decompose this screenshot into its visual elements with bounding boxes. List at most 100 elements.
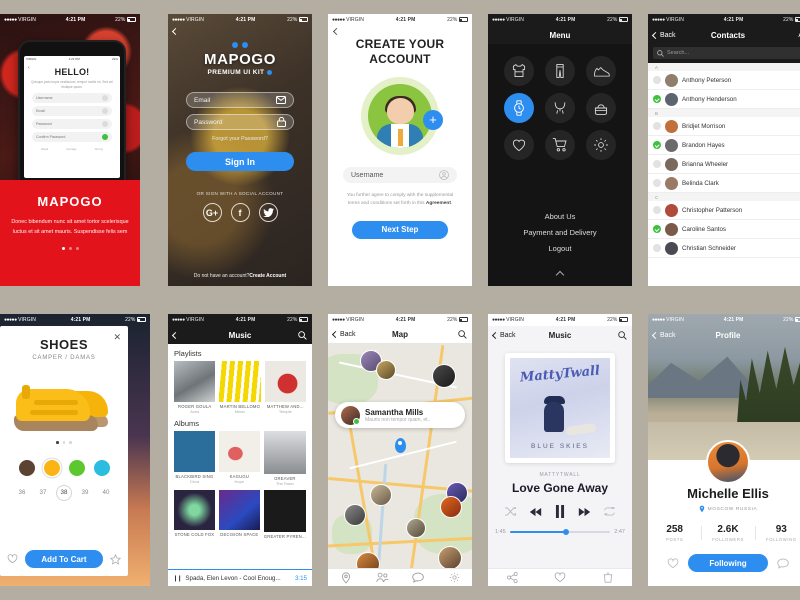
color-swatch-green[interactable] (68, 459, 85, 476)
table-row[interactable]: Belinda Clark (648, 174, 800, 193)
back-button-music[interactable] (171, 331, 180, 339)
select-toggle[interactable] (653, 141, 661, 149)
menu-item-pants[interactable] (545, 56, 575, 86)
chat-icon[interactable] (777, 558, 789, 569)
list-item[interactable]: KAGUGU Hope (218, 431, 260, 485)
back-button-profile[interactable]: Back (651, 331, 676, 339)
table-row[interactable]: Anthony Henderson (648, 90, 800, 109)
tab-chat[interactable] (400, 572, 436, 583)
pager-dot[interactable] (56, 441, 59, 444)
list-item[interactable]: ROGER GOULA Aves (174, 361, 216, 414)
back-button-map[interactable]: Back (331, 330, 356, 339)
next-step-button[interactable]: Next Step (352, 220, 448, 239)
map-avatar[interactable] (440, 496, 462, 518)
heart-icon[interactable] (667, 557, 679, 569)
pause-icon[interactable] (555, 505, 565, 518)
forgot-password-link[interactable]: Forgot your Password? (168, 136, 312, 142)
tab-favorite[interactable] (536, 572, 584, 583)
shuffle-icon[interactable] (505, 507, 516, 516)
map-avatar[interactable] (344, 504, 366, 526)
back-button-contacts[interactable]: Back (651, 31, 676, 39)
map-avatar[interactable] (438, 546, 462, 568)
table-row[interactable]: Brianna Wheeler (648, 155, 800, 174)
select-toggle[interactable] (653, 225, 661, 233)
map-avatar[interactable] (432, 364, 456, 388)
select-toggle[interactable] (653, 76, 661, 84)
size-option-39[interactable]: 39 (77, 485, 93, 501)
repeat-icon[interactable] (604, 507, 615, 516)
star-icon[interactable] (110, 553, 121, 565)
menu-item-favorites[interactable] (504, 130, 534, 160)
back-button-player[interactable]: Back (491, 331, 516, 339)
search-input[interactable]: Search... (653, 47, 800, 59)
table-row[interactable]: Christian Schneider (648, 239, 800, 258)
previous-icon[interactable] (529, 507, 542, 517)
select-toggle[interactable] (653, 244, 661, 252)
close-icon[interactable]: ✕ (113, 333, 121, 342)
menu-item-cart[interactable] (545, 130, 575, 160)
list-item[interactable]: GREATER PYREN... (263, 489, 306, 539)
menu-item-watch[interactable] (504, 93, 534, 123)
tab-settings[interactable] (436, 572, 472, 583)
color-swatch-amber[interactable] (43, 459, 60, 476)
menu-item-necklace[interactable] (545, 93, 575, 123)
sign-in-button[interactable]: Sign In (186, 152, 294, 171)
size-option-40[interactable]: 40 (98, 485, 114, 501)
tab-share[interactable] (488, 572, 536, 583)
username-field[interactable]: Username (343, 167, 457, 183)
map-user-card[interactable]: Samantha Mills Mauris non tempor quam, e… (335, 402, 465, 428)
list-item[interactable]: STONE COLD FOX (174, 489, 215, 539)
list-item[interactable]: MATTHEW AND... Temple (264, 361, 306, 414)
avatar-picker[interactable]: + (361, 77, 443, 155)
menu-item-shirt[interactable] (504, 56, 534, 86)
search-button-music[interactable] (298, 330, 307, 340)
inner-field-confirm-password[interactable]: Confirm Password (32, 131, 112, 142)
now-playing-bar[interactable]: ❙❙ Spada, Elen Levon - Cool Enoug... 3:1… (168, 569, 312, 586)
menu-item-shoe[interactable] (586, 56, 616, 86)
menu-link-logout[interactable]: Logout (488, 244, 632, 253)
carousel-pager-1[interactable] (10, 247, 130, 250)
progress-slider[interactable] (509, 529, 611, 535)
select-toggle[interactable] (653, 122, 661, 130)
size-option-37[interactable]: 37 (35, 485, 51, 501)
google-plus-icon[interactable]: G+ (202, 203, 222, 222)
pager-dot[interactable] (68, 247, 72, 250)
list-item[interactable]: BLACKBIRD SING Circa (174, 431, 215, 485)
search-button-map[interactable] (458, 330, 467, 339)
list-item[interactable]: MARTIN BELLOMO Mimic (219, 361, 261, 414)
inner-field-email[interactable]: Email (32, 105, 112, 116)
collapse-menu-button[interactable] (488, 270, 632, 280)
table-row[interactable]: Bridjet Morrison (648, 117, 800, 136)
table-row[interactable]: Anthony Peterson (648, 71, 800, 90)
pause-icon[interactable]: ❙❙ (173, 575, 182, 582)
tab-people[interactable] (364, 572, 400, 583)
inner-field-username[interactable]: Username (32, 92, 112, 103)
create-account-row[interactable]: Do not have an account?Create Account (168, 273, 312, 279)
menu-link-about[interactable]: About Us (488, 212, 632, 221)
heart-icon[interactable] (7, 554, 18, 564)
size-option-36[interactable]: 36 (14, 485, 30, 501)
map-pin-icon[interactable] (394, 438, 406, 453)
tab-location[interactable] (328, 571, 364, 584)
pager-dot[interactable] (62, 441, 66, 444)
back-button-login[interactable] (171, 27, 180, 36)
menu-item-settings[interactable] (586, 130, 616, 160)
map-canvas[interactable]: Samantha Mills Mauris non tempor quam, e… (328, 344, 472, 568)
size-option-38[interactable]: 38 (56, 484, 72, 501)
twitter-icon[interactable] (258, 203, 278, 222)
following-button[interactable]: Following (688, 554, 768, 572)
inner-field-password[interactable]: Password (32, 118, 112, 129)
pager-dot[interactable] (69, 441, 72, 444)
plus-icon[interactable]: + (423, 109, 443, 130)
select-toggle[interactable] (653, 206, 661, 214)
color-swatch-brown[interactable] (18, 459, 35, 476)
add-to-cart-button[interactable]: Add To Cart (25, 550, 103, 568)
facebook-icon[interactable]: f (230, 203, 250, 222)
table-row[interactable]: Christopher Patterson (648, 201, 800, 220)
pager-dot[interactable] (75, 247, 79, 250)
tab-delete[interactable] (584, 572, 632, 583)
map-avatar[interactable] (376, 360, 396, 380)
menu-item-handbag[interactable] (586, 93, 616, 123)
color-swatch-cyan[interactable] (93, 459, 110, 476)
list-item[interactable]: DECISION SPACE (218, 489, 260, 539)
